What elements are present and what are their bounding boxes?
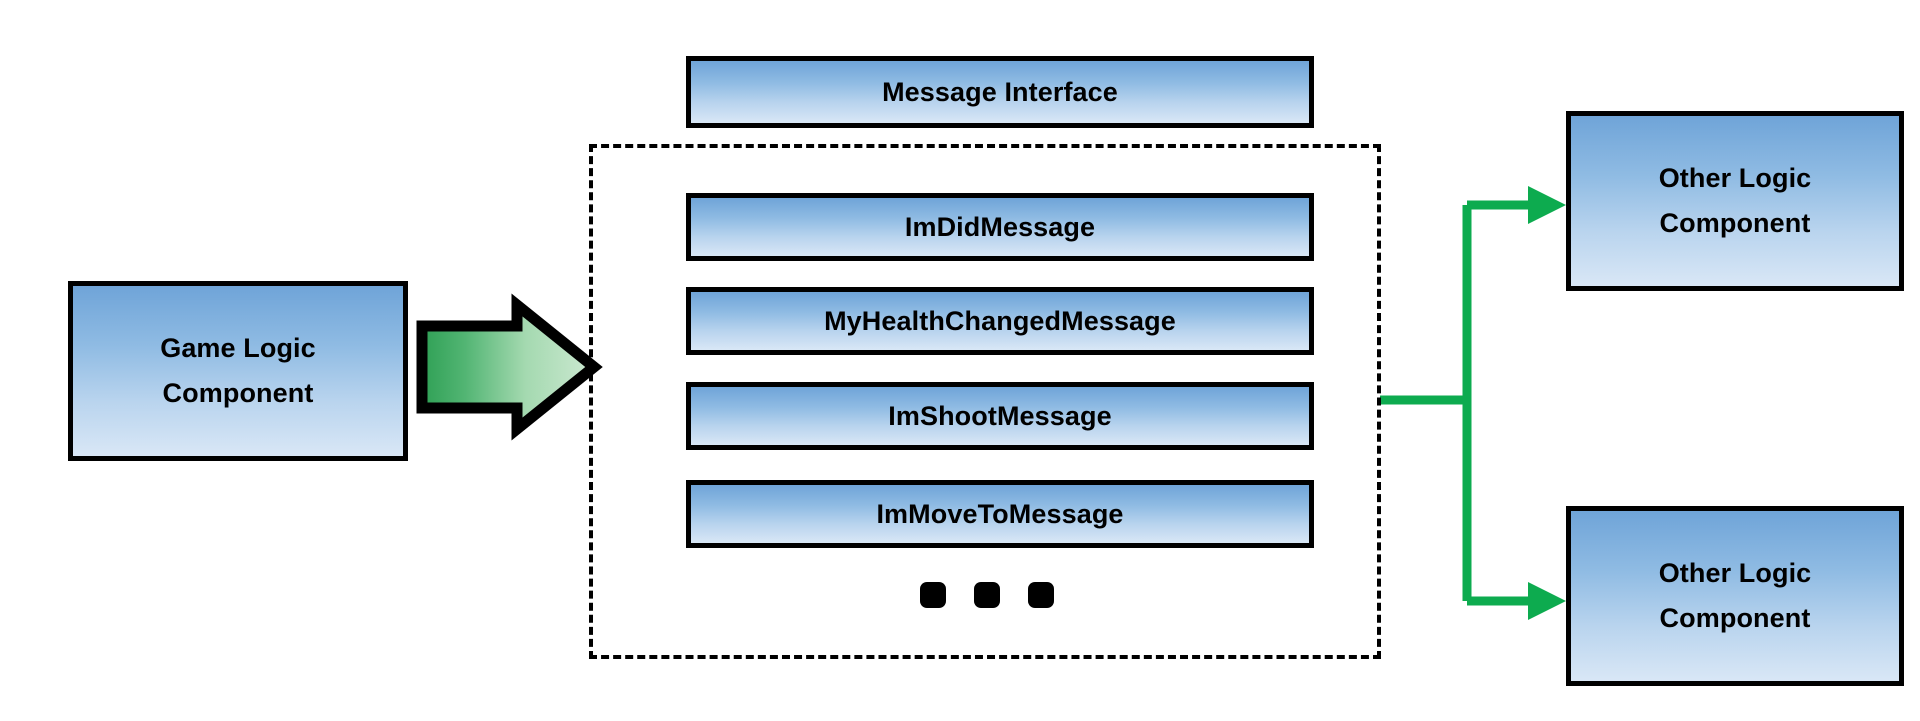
arrowhead-top [1528,186,1566,224]
game-logic-component-line2: Component [162,378,314,408]
message-box-immovetomessage[interactable]: ImMoveToMessage [686,480,1314,548]
arrowhead-bottom [1528,582,1566,620]
message-label: ImDidMessage [904,211,1096,242]
game-logic-component-line1: Game Logic [160,333,316,363]
message-interface-label: Message Interface [882,76,1118,107]
other-logic-component-top-line1: Other Logic [1658,163,1812,193]
flow-arrow [416,293,603,441]
other-logic-component-bottom-line2: Component [1659,603,1811,633]
message-interface-box[interactable]: Message Interface [686,56,1314,128]
message-box-imdidmessage[interactable]: ImDidMessage [686,193,1314,261]
more-messages-ellipsis [920,580,1054,610]
ellipsis-dot [1028,582,1054,608]
message-label: ImMoveToMessage [876,498,1124,529]
message-label: MyHealthChangedMessage [824,305,1176,336]
other-logic-component-bottom[interactable]: Other Logic Component [1566,506,1904,686]
ellipsis-dot [920,582,946,608]
ellipsis-dot [974,582,1000,608]
message-label: ImShootMessage [888,400,1112,431]
diagram-canvas: Game Logic Component Message Interface I… [0,0,1920,721]
message-box-imshootmessage[interactable]: ImShootMessage [686,382,1314,450]
other-logic-component-bottom-line1: Other Logic [1658,558,1812,588]
other-logic-component-top-line2: Component [1659,208,1811,238]
other-logic-component-top[interactable]: Other Logic Component [1566,111,1904,291]
message-box-myhealthchangedmessage[interactable]: MyHealthChangedMessage [686,287,1314,355]
game-logic-component[interactable]: Game Logic Component [68,281,408,461]
